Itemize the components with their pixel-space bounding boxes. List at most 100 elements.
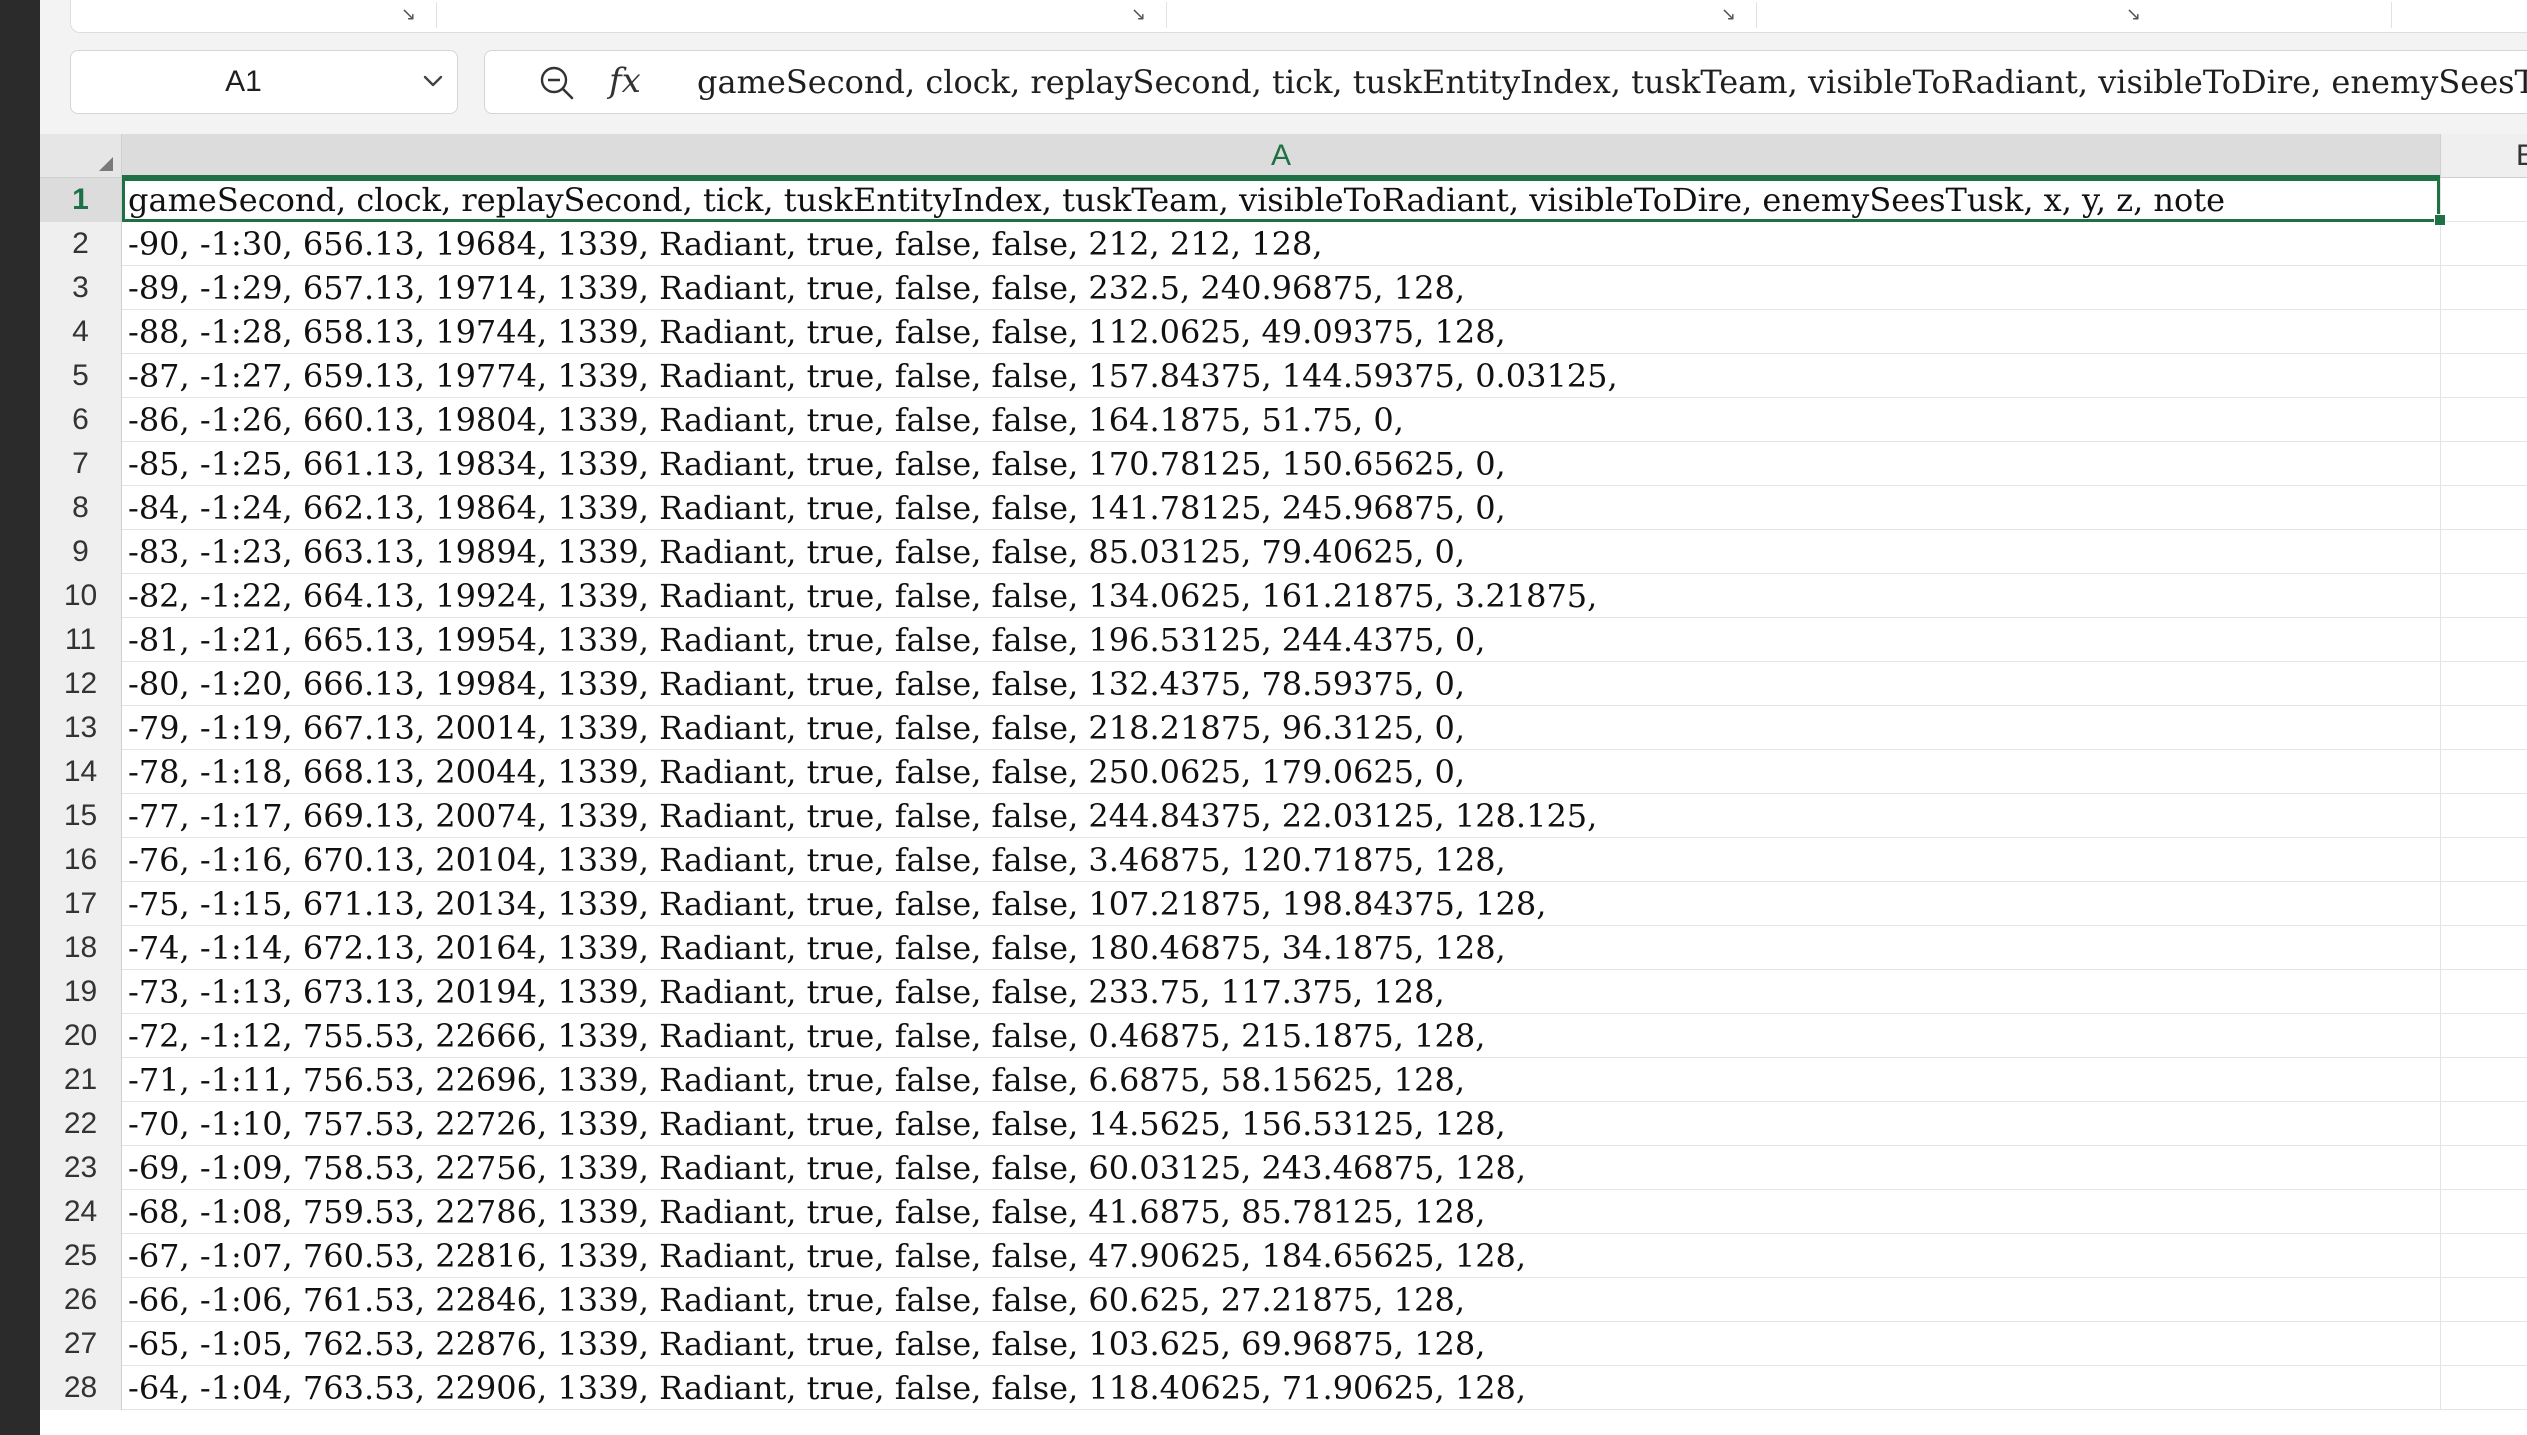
row-header[interactable]: 25 bbox=[40, 1234, 122, 1278]
cell-a[interactable]: -84, -1:24, 662.13, 19864, 1339, Radiant… bbox=[122, 486, 2440, 530]
cell-a[interactable]: -88, -1:28, 658.13, 19744, 1339, Radiant… bbox=[122, 310, 2440, 354]
row-header[interactable]: 17 bbox=[40, 882, 122, 926]
cell-a[interactable]: -85, -1:25, 661.13, 19834, 1339, Radiant… bbox=[122, 442, 2440, 486]
row-header[interactable]: 2 bbox=[40, 222, 122, 266]
cell-b[interactable] bbox=[2440, 354, 2527, 398]
cell-a[interactable]: -71, -1:11, 756.53, 22696, 1339, Radiant… bbox=[122, 1058, 2440, 1102]
cell-b[interactable] bbox=[2440, 618, 2527, 662]
cell-b[interactable] bbox=[2440, 838, 2527, 882]
cell-b[interactable] bbox=[2440, 222, 2527, 266]
cell-b[interactable] bbox=[2440, 310, 2527, 354]
cell-b[interactable] bbox=[2440, 1366, 2527, 1410]
cell-a[interactable]: -79, -1:19, 667.13, 20014, 1339, Radiant… bbox=[122, 706, 2440, 750]
column-header-a[interactable]: A bbox=[122, 134, 2440, 178]
cell-a[interactable]: -73, -1:13, 673.13, 20194, 1339, Radiant… bbox=[122, 970, 2440, 1014]
row-header[interactable]: 15 bbox=[40, 794, 122, 838]
fx-icon[interactable]: fx bbox=[609, 59, 641, 103]
dialog-launcher-icon[interactable]: ↘ bbox=[401, 6, 416, 24]
dialog-launcher-icon[interactable]: ↘ bbox=[1721, 6, 1736, 24]
dialog-launcher-icon[interactable]: ↘ bbox=[2126, 6, 2141, 24]
row-header[interactable]: 21 bbox=[40, 1058, 122, 1102]
cell-a[interactable]: -66, -1:06, 761.53, 22846, 1339, Radiant… bbox=[122, 1278, 2440, 1322]
row-header[interactable]: 9 bbox=[40, 530, 122, 574]
cell-b[interactable] bbox=[2440, 926, 2527, 970]
chevron-down-icon[interactable] bbox=[421, 69, 445, 93]
row-header[interactable]: 14 bbox=[40, 750, 122, 794]
cell-a[interactable]: -65, -1:05, 762.53, 22876, 1339, Radiant… bbox=[122, 1322, 2440, 1366]
row-header[interactable]: 4 bbox=[40, 310, 122, 354]
cell-a[interactable]: -83, -1:23, 663.13, 19894, 1339, Radiant… bbox=[122, 530, 2440, 574]
formula-bar[interactable]: fx gameSecond, clock, replaySecond, tick… bbox=[484, 50, 2527, 114]
row-header[interactable]: 19 bbox=[40, 970, 122, 1014]
select-all-corner[interactable] bbox=[40, 134, 122, 178]
ribbon-separator bbox=[436, 2, 437, 28]
cell-b[interactable] bbox=[2440, 750, 2527, 794]
cell-b[interactable] bbox=[2440, 1058, 2527, 1102]
cell-b[interactable] bbox=[2440, 970, 2527, 1014]
row-header[interactable]: 5 bbox=[40, 354, 122, 398]
ribbon-groups: ↘ ↘ ↘ ↘ bbox=[70, 0, 2527, 33]
row-header[interactable]: 7 bbox=[40, 442, 122, 486]
row-header[interactable]: 10 bbox=[40, 574, 122, 618]
zoom-out-icon[interactable] bbox=[537, 63, 577, 103]
row-header[interactable]: 20 bbox=[40, 1014, 122, 1058]
cell-a[interactable]: -78, -1:18, 668.13, 20044, 1339, Radiant… bbox=[122, 750, 2440, 794]
cell-b[interactable] bbox=[2440, 1190, 2527, 1234]
cell-a[interactable]: -90, -1:30, 656.13, 19684, 1339, Radiant… bbox=[122, 222, 2440, 266]
row-header[interactable]: 22 bbox=[40, 1102, 122, 1146]
cell-b[interactable] bbox=[2440, 1234, 2527, 1278]
cell-a[interactable]: -76, -1:16, 670.13, 20104, 1339, Radiant… bbox=[122, 838, 2440, 882]
cell-b[interactable] bbox=[2440, 1146, 2527, 1190]
cell-b[interactable] bbox=[2440, 398, 2527, 442]
row-header[interactable]: 1 bbox=[40, 178, 122, 222]
cell-b[interactable] bbox=[2440, 794, 2527, 838]
cell-a[interactable]: -89, -1:29, 657.13, 19714, 1339, Radiant… bbox=[122, 266, 2440, 310]
row-header[interactable]: 12 bbox=[40, 662, 122, 706]
cell-a[interactable]: -67, -1:07, 760.53, 22816, 1339, Radiant… bbox=[122, 1234, 2440, 1278]
formula-input[interactable]: gameSecond, clock, replaySecond, tick, t… bbox=[697, 51, 2527, 113]
row-header[interactable]: 8 bbox=[40, 486, 122, 530]
cell-a[interactable]: -72, -1:12, 755.53, 22666, 1339, Radiant… bbox=[122, 1014, 2440, 1058]
cell-a[interactable]: -74, -1:14, 672.13, 20164, 1339, Radiant… bbox=[122, 926, 2440, 970]
row-header[interactable]: 6 bbox=[40, 398, 122, 442]
cell-b[interactable] bbox=[2440, 1102, 2527, 1146]
row-header[interactable]: 3 bbox=[40, 266, 122, 310]
cell-a[interactable]: -80, -1:20, 666.13, 19984, 1339, Radiant… bbox=[122, 662, 2440, 706]
cell-a[interactable]: -81, -1:21, 665.13, 19954, 1339, Radiant… bbox=[122, 618, 2440, 662]
cell-a1-selected[interactable]: gameSecond, clock, replaySecond, tick, t… bbox=[122, 178, 2440, 222]
name-box[interactable]: A1 bbox=[70, 50, 458, 114]
row-header[interactable]: 27 bbox=[40, 1322, 122, 1366]
dialog-launcher-icon[interactable]: ↘ bbox=[1131, 6, 1146, 24]
row-header[interactable]: 24 bbox=[40, 1190, 122, 1234]
cell-a[interactable]: -87, -1:27, 659.13, 19774, 1339, Radiant… bbox=[122, 354, 2440, 398]
cell-a[interactable]: -77, -1:17, 669.13, 20074, 1339, Radiant… bbox=[122, 794, 2440, 838]
cell-a[interactable]: -82, -1:22, 664.13, 19924, 1339, Radiant… bbox=[122, 574, 2440, 618]
cell-b[interactable] bbox=[2440, 1014, 2527, 1058]
row-header[interactable]: 28 bbox=[40, 1366, 122, 1410]
cell-a[interactable]: -70, -1:10, 757.53, 22726, 1339, Radiant… bbox=[122, 1102, 2440, 1146]
row-header[interactable]: 16 bbox=[40, 838, 122, 882]
cell-b[interactable] bbox=[2440, 1322, 2527, 1366]
cell-a[interactable]: -86, -1:26, 660.13, 19804, 1339, Radiant… bbox=[122, 398, 2440, 442]
cell-b[interactable] bbox=[2440, 486, 2527, 530]
cell-b[interactable] bbox=[2440, 442, 2527, 486]
row-header[interactable]: 13 bbox=[40, 706, 122, 750]
cell-b[interactable] bbox=[2440, 706, 2527, 750]
row-header[interactable]: 26 bbox=[40, 1278, 122, 1322]
cell-b[interactable] bbox=[2440, 574, 2527, 618]
fill-handle[interactable] bbox=[2434, 214, 2446, 226]
cell-b[interactable] bbox=[2440, 662, 2527, 706]
cell-b[interactable] bbox=[2440, 1278, 2527, 1322]
cell-b[interactable] bbox=[2440, 882, 2527, 926]
row-header[interactable]: 23 bbox=[40, 1146, 122, 1190]
cell-b[interactable] bbox=[2440, 530, 2527, 574]
row-header[interactable]: 11 bbox=[40, 618, 122, 662]
cell-a[interactable]: -64, -1:04, 763.53, 22906, 1339, Radiant… bbox=[122, 1366, 2440, 1410]
column-header-b[interactable]: B bbox=[2440, 134, 2527, 178]
cell-a[interactable]: -68, -1:08, 759.53, 22786, 1339, Radiant… bbox=[122, 1190, 2440, 1234]
cell-a[interactable]: -75, -1:15, 671.13, 20134, 1339, Radiant… bbox=[122, 882, 2440, 926]
row-header[interactable]: 18 bbox=[40, 926, 122, 970]
cell-b[interactable] bbox=[2440, 266, 2527, 310]
cell-a[interactable]: -69, -1:09, 758.53, 22756, 1339, Radiant… bbox=[122, 1146, 2440, 1190]
cell-b[interactable] bbox=[2440, 178, 2527, 222]
